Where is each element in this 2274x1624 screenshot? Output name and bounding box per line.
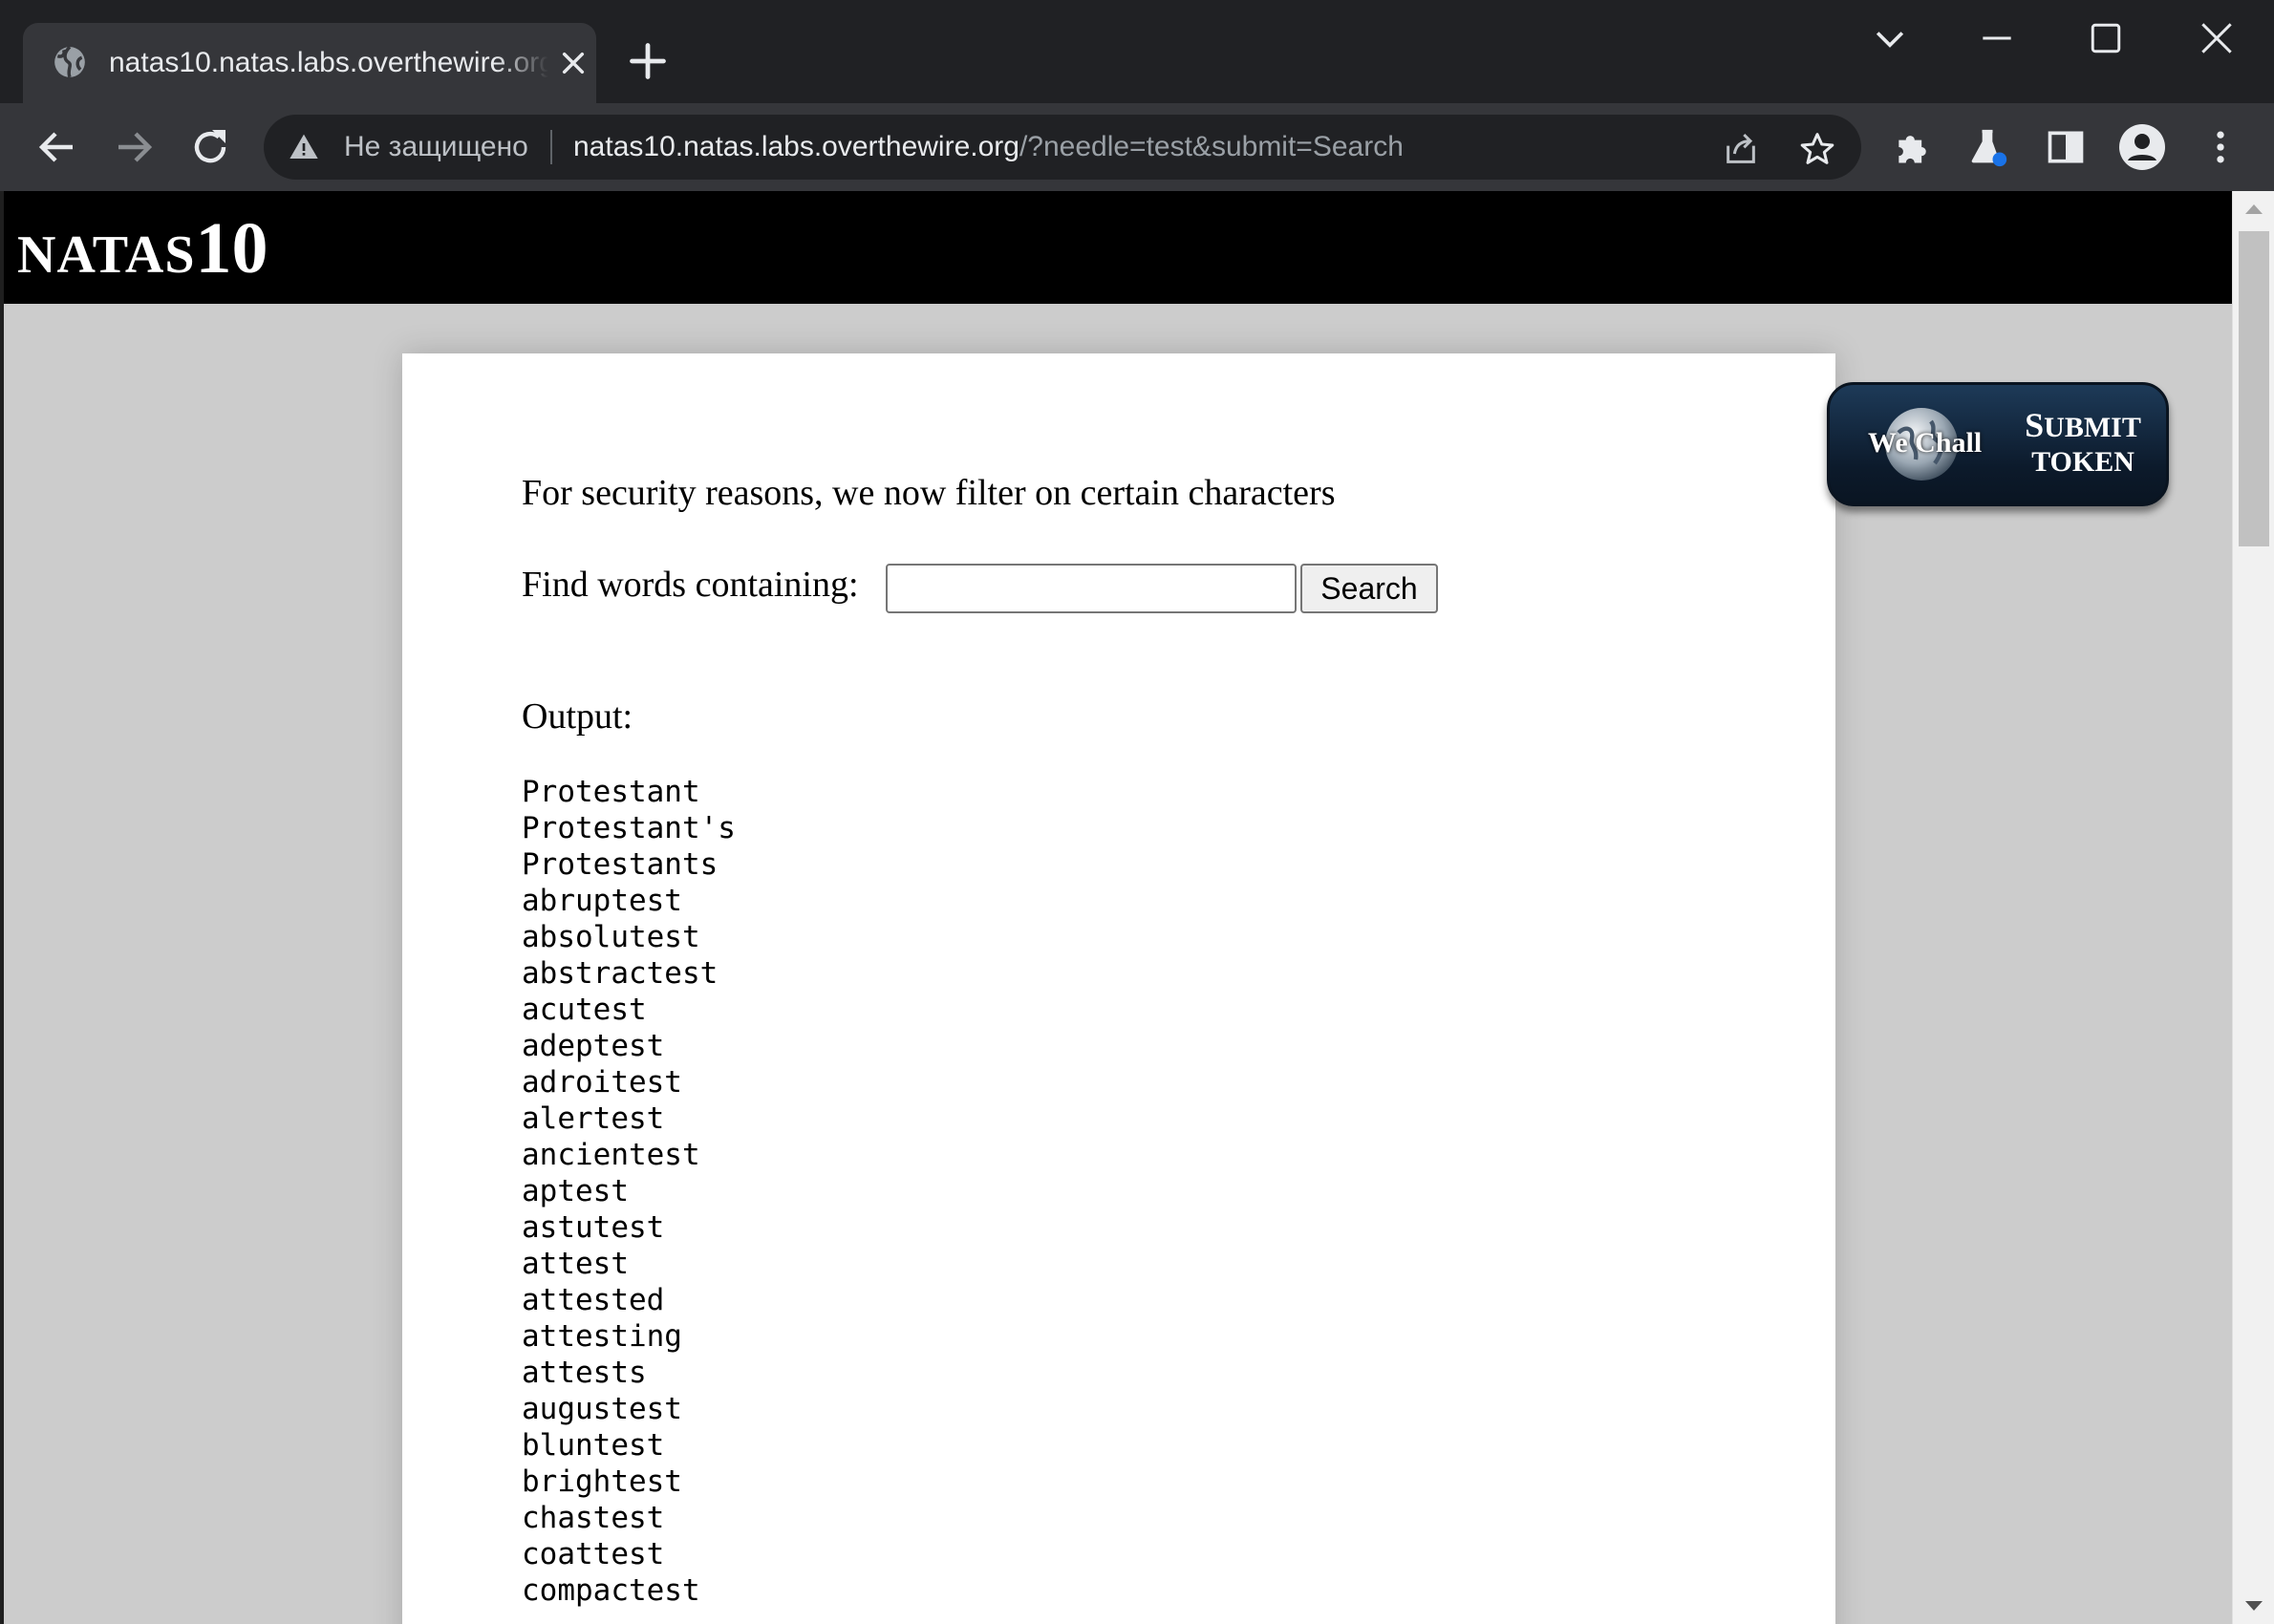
arrow-left-icon[interactable] (34, 124, 80, 170)
output-word: Protestant (522, 775, 700, 809)
page-scrollbar[interactable] (2232, 191, 2274, 1624)
output-word: augustest (522, 1392, 682, 1426)
output-label: Output: (522, 696, 633, 737)
url-path: /?needle=test&submit=Search (1019, 131, 1404, 162)
find-label: Find words containing: (522, 565, 859, 605)
more-vertical-icon[interactable] (2199, 126, 2242, 168)
close-icon[interactable] (558, 48, 589, 78)
output-word: coattest (522, 1537, 665, 1571)
output-word: absolutest (522, 920, 700, 954)
minimize-icon[interactable] (1976, 17, 2018, 59)
omnibox-divider (550, 130, 552, 164)
scroll-up-arrow-icon[interactable] (2245, 204, 2263, 214)
output-word: abruptest (522, 884, 682, 918)
wechall-submit-token-button[interactable]: We Chall SUBMIT TOKEN (1827, 382, 2169, 506)
side-panel-icon[interactable] (2045, 126, 2087, 168)
content-panel: For security reasons, we now filter on c… (402, 353, 1835, 1624)
search-button[interactable]: Search (1300, 564, 1438, 613)
output-word: brightest (522, 1464, 682, 1499)
address-bar[interactable]: Не защищено natas10.natas.labs.overthewi… (264, 115, 1861, 180)
url-host: natas10.natas.labs.overthewire.org (573, 131, 1019, 162)
output-word: chastest (522, 1501, 665, 1535)
logo-prefix: NATAS (17, 225, 196, 285)
output-word: attesting (522, 1319, 682, 1354)
output-word: acutest (522, 993, 647, 1027)
output-word: attests (522, 1356, 647, 1390)
output-word: adeptest (522, 1029, 665, 1063)
star-icon[interactable] (1798, 130, 1836, 168)
logo-number: 10 (195, 208, 268, 288)
warning-icon[interactable] (289, 132, 319, 162)
submit-token-label: SUBMIT TOKEN (2011, 408, 2155, 480)
share-icon[interactable] (1722, 130, 1760, 168)
scroll-down-arrow-icon[interactable] (2245, 1601, 2263, 1611)
submit-first-letter: S (2025, 406, 2045, 444)
tab-title: natas10.natas.labs.overthewire.org (109, 47, 548, 78)
plus-icon[interactable] (627, 40, 669, 82)
intro-text: For security reasons, we now filter on c… (522, 473, 1336, 513)
browser-titlebar: natas10.natas.labs.overthewire.org (0, 0, 2274, 103)
arrow-right-icon[interactable] (111, 124, 157, 170)
output-word: bluntest (522, 1428, 665, 1463)
profile-icon[interactable] (2119, 124, 2165, 170)
submit-rest: UBMIT (2044, 412, 2141, 443)
token-label: TOKEN (2031, 446, 2135, 478)
output-word: abstractest (522, 956, 719, 991)
wechall-brand: We Chall (1868, 427, 1983, 459)
output-list: Protestant Protestant's Protestants abrupte… (522, 774, 736, 1609)
output-word: attest (522, 1247, 629, 1281)
globe-icon (54, 45, 85, 78)
output-word: astutest (522, 1210, 665, 1245)
output-word: attested (522, 1283, 665, 1317)
page-viewport: NATAS10 For security reasons, we now fil… (4, 191, 2232, 1624)
maximize-icon[interactable] (2085, 17, 2127, 59)
url-text[interactable]: natas10.natas.labs.overthewire.org/?need… (573, 128, 1404, 166)
browser-tab[interactable]: natas10.natas.labs.overthewire.org (23, 23, 596, 103)
security-label[interactable]: Не защищено (344, 128, 528, 166)
output-word: Protestant's (522, 811, 736, 845)
puzzle-icon[interactable] (1892, 126, 1934, 168)
close-icon[interactable] (2196, 17, 2238, 59)
flask-icon[interactable] (1966, 126, 2008, 168)
site-header: NATAS10 (4, 191, 2232, 304)
browser-toolbar: Не защищено natas10.natas.labs.overthewi… (0, 103, 2274, 191)
output-word: aptest (522, 1174, 629, 1208)
site-logo[interactable]: NATAS10 (17, 206, 268, 297)
chevron-down-icon[interactable] (1869, 17, 1911, 59)
output-word: compactest (522, 1573, 700, 1608)
output-word: ancientest (522, 1138, 700, 1172)
reload-icon[interactable] (187, 124, 233, 170)
output-word: adroitest (522, 1065, 682, 1100)
output-word: Protestants (522, 847, 719, 882)
output-word: alertest (522, 1101, 665, 1136)
needle-input[interactable] (886, 564, 1297, 613)
scrollbar-thumb[interactable] (2239, 231, 2269, 546)
